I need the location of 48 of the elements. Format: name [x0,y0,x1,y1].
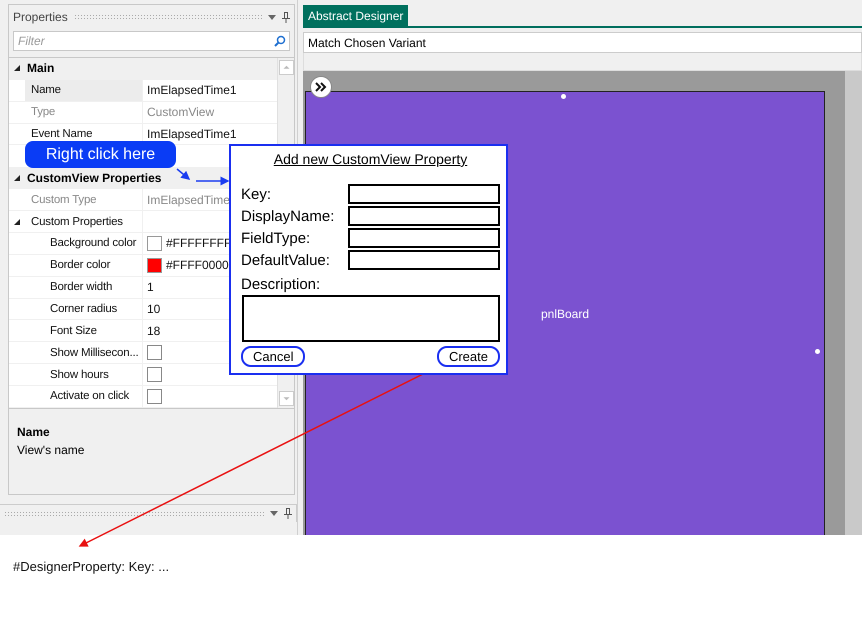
property-value: ImElapsedTime1 [147,83,237,98]
dropdown-icon[interactable] [268,14,276,20]
pointer-arrow [176,168,190,180]
property-value: CustomView [147,105,214,120]
category-label: Main [26,60,54,78]
cancel-button[interactable]: Cancel [241,346,306,368]
pin-icon[interactable] [282,12,290,22]
resize-handle[interactable] [561,94,566,99]
property-value: 10 [147,302,160,316]
dropdown-icon[interactable] [270,511,278,516]
description-title: Name [17,425,51,439]
property-value: 1 [147,280,154,294]
description-text: View's name [17,443,86,457]
variant-combo[interactable]: Match Chosen Variant [303,32,862,53]
pointer-arrow [196,176,230,186]
callout-tooltip: Right click here [25,141,176,168]
property-value: 18 [147,324,160,338]
board-label: pnlBoard [540,306,590,320]
create-button[interactable]: Create [436,346,500,368]
category-header[interactable]: Main [9,58,277,80]
property-name[interactable]: Name [25,80,143,101]
note-text: #DesignerProperty: Key: ... [13,559,170,574]
color-swatch[interactable] [147,236,162,251]
designer-tab[interactable]: Abstract Designer [303,5,408,26]
input-field[interactable] [348,184,500,204]
resize-handle[interactable] [815,349,820,354]
color-swatch[interactable] [147,258,162,273]
input-field[interactable] [348,206,500,226]
input-field[interactable] [348,250,500,270]
expand-button[interactable] [310,76,332,98]
property-value: ImElapsedTime1 [147,127,237,141]
triangle-icon[interactable] [13,64,21,72]
triangle-icon[interactable] [13,174,21,182]
search-icon[interactable] [274,35,286,47]
filter-field[interactable]: Filter [13,31,290,51]
description-field[interactable] [242,294,500,342]
property-value: ImElapsedTime [147,192,230,207]
checkbox[interactable] [147,367,162,382]
triangle-icon[interactable] [13,218,21,226]
checkbox[interactable] [147,388,162,404]
pin-icon[interactable] [284,508,292,519]
property-value: #FFFFFFFF [166,236,232,250]
panel-title: Properties [13,10,68,24]
category-label: CustomView Properties [26,170,162,187]
input-field[interactable] [348,228,500,248]
double-chevron-icon [315,82,327,92]
checkbox[interactable] [147,345,162,360]
property-value: #FFFF0000 [166,258,229,272]
